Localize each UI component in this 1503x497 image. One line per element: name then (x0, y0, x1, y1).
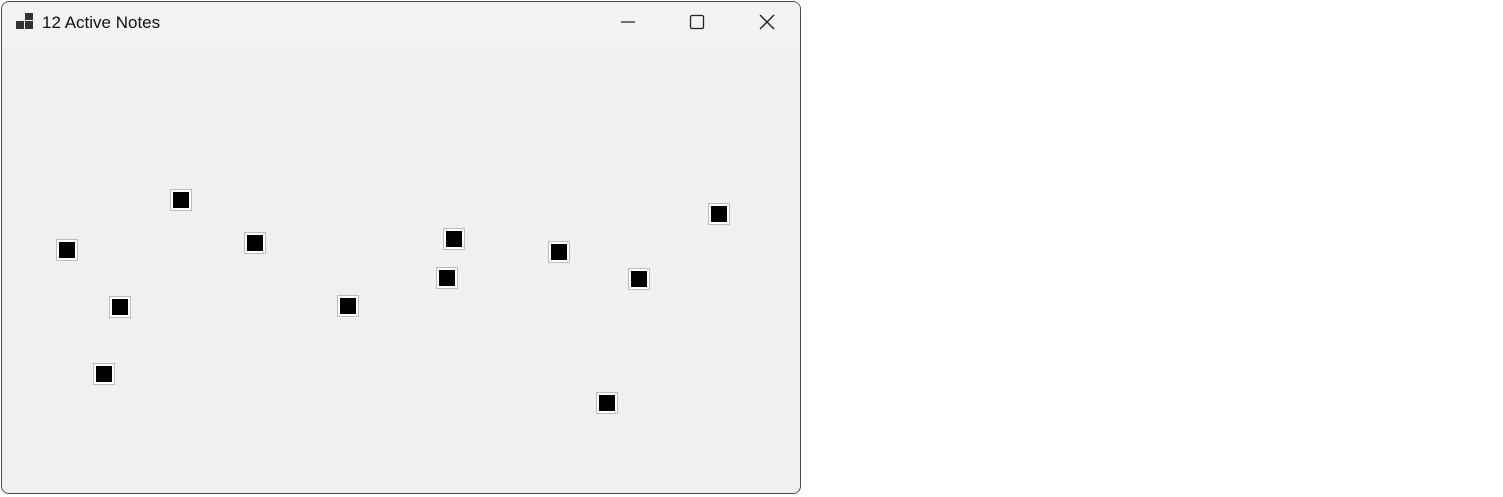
note-marker[interactable] (597, 393, 617, 413)
note-marker[interactable] (709, 204, 729, 224)
minimize-icon (620, 14, 636, 35)
note-marker[interactable] (94, 364, 114, 384)
maximize-button[interactable] (662, 2, 732, 46)
note-marker[interactable] (444, 229, 464, 249)
app-tiles-icon (16, 13, 36, 31)
maximize-icon (689, 14, 705, 35)
note-marker[interactable] (629, 269, 649, 289)
note-marker[interactable] (549, 242, 569, 262)
note-marker[interactable] (245, 233, 265, 253)
title-bar[interactable]: 12 Active Notes (2, 2, 800, 46)
notes-canvas (2, 46, 800, 493)
note-marker[interactable] (110, 297, 130, 317)
note-marker[interactable] (57, 240, 77, 260)
note-marker[interactable] (171, 190, 191, 210)
minimize-button[interactable] (593, 2, 663, 46)
close-button[interactable] (732, 2, 800, 46)
close-icon (758, 13, 776, 36)
app-window: 12 Active Notes (1, 1, 801, 494)
window-title: 12 Active Notes (42, 13, 161, 32)
note-marker[interactable] (437, 268, 457, 288)
note-marker[interactable] (338, 296, 358, 316)
